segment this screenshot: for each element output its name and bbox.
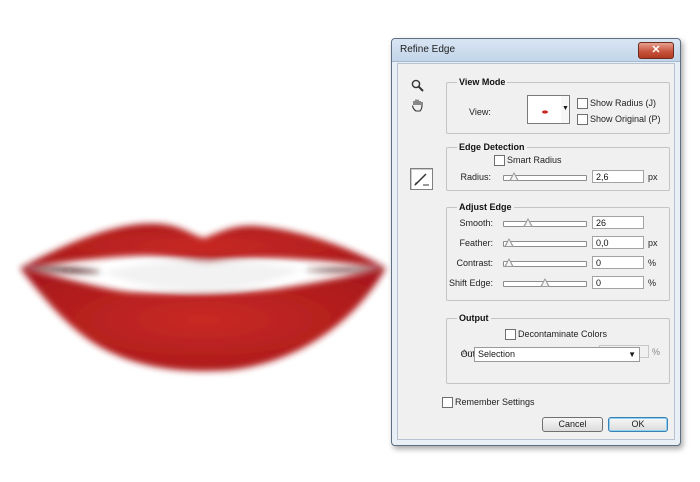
remember-settings-checkbox[interactable]: [442, 397, 453, 408]
radius-unit: px: [648, 172, 658, 182]
feather-slider-thumb[interactable]: [504, 238, 514, 247]
show-original-checkbox[interactable]: [577, 114, 588, 125]
ok-button[interactable]: OK: [608, 417, 668, 432]
lips-thumbnail-icon: [542, 110, 548, 114]
smooth-label: Smooth:: [459, 218, 493, 228]
contrast-slider-thumb[interactable]: [504, 258, 514, 267]
smart-radius-label: Smart Radius: [507, 155, 562, 165]
shift-edge-label: Shift Edge:: [448, 278, 493, 288]
close-button[interactable]: ✕: [638, 42, 674, 59]
feather-label: Feather:: [459, 238, 493, 248]
view-mode-legend: View Mode: [457, 77, 508, 87]
feather-slider[interactable]: [503, 238, 587, 247]
lips-image: [20, 223, 386, 372]
hand-icon[interactable]: [411, 98, 424, 112]
shift-edge-slider[interactable]: [503, 278, 587, 287]
radius-slider[interactable]: [503, 172, 587, 181]
chevron-down-icon: ▼: [628, 350, 636, 359]
cancel-button[interactable]: Cancel: [542, 417, 603, 432]
radius-label: Radius:: [460, 172, 491, 182]
smart-radius-checkbox[interactable]: [494, 155, 505, 166]
chevron-down-icon: ▼: [562, 105, 569, 112]
dialog-title: Refine Edge: [400, 44, 456, 55]
edge-detection-legend: Edge Detection: [457, 142, 527, 152]
edge-detection-group: Edge Detection Smart Radius Radius: 2,6 …: [446, 142, 670, 191]
view-mode-group: View Mode View: ▼ Show Radius (J) Show O…: [446, 77, 670, 134]
shift-edge-input[interactable]: 0: [592, 276, 644, 289]
refine-radius-brush-icon: [414, 173, 429, 186]
decontaminate-colors-checkbox[interactable]: [505, 329, 516, 340]
refine-edge-dialog: Refine Edge ✕ View Mode View: ▼ Show Rad…: [391, 38, 681, 446]
adjust-edge-legend: Adjust Edge: [457, 202, 514, 212]
amount-unit: %: [652, 347, 661, 357]
close-icon: ✕: [651, 44, 661, 56]
contrast-input[interactable]: 0: [592, 256, 644, 269]
contrast-unit: %: [648, 258, 657, 268]
refine-radius-tool-button[interactable]: [410, 168, 433, 190]
smooth-slider[interactable]: [503, 218, 587, 227]
magnifier-icon[interactable]: [411, 79, 424, 92]
show-radius-label: Show Radius (J): [590, 98, 657, 108]
view-dropdown-arrow[interactable]: ▼: [561, 95, 570, 124]
decontaminate-colors-label: Decontaminate Colors: [518, 329, 608, 339]
output-to-select[interactable]: Selection ▼: [474, 347, 640, 362]
output-legend: Output: [457, 313, 491, 323]
dialog-body: View Mode View: ▼ Show Radius (J) Show O…: [397, 63, 675, 440]
shift-edge-unit: %: [648, 278, 657, 288]
show-radius-checkbox[interactable]: [577, 98, 588, 109]
view-label: View:: [469, 107, 491, 117]
show-original-label: Show Original (P): [590, 114, 661, 124]
feather-unit: px: [648, 238, 658, 248]
radius-slider-thumb[interactable]: [509, 172, 520, 181]
shift-edge-slider-thumb[interactable]: [540, 278, 550, 287]
contrast-label: Contrast:: [456, 258, 493, 268]
title-bar: Refine Edge ✕: [392, 39, 680, 62]
smooth-slider-thumb[interactable]: [522, 218, 533, 227]
radius-input[interactable]: 2,6: [592, 170, 644, 183]
contrast-slider[interactable]: [503, 258, 587, 267]
view-thumbnail[interactable]: [527, 95, 563, 124]
output-to-value: Selection: [478, 349, 516, 359]
feather-input[interactable]: 0,0: [592, 236, 644, 249]
remember-settings-label: Remember Settings: [455, 397, 535, 407]
adjust-edge-group: Adjust Edge Smooth: 26 Feather: 0,0 px C…: [446, 202, 670, 301]
smooth-input[interactable]: 26: [592, 216, 644, 229]
